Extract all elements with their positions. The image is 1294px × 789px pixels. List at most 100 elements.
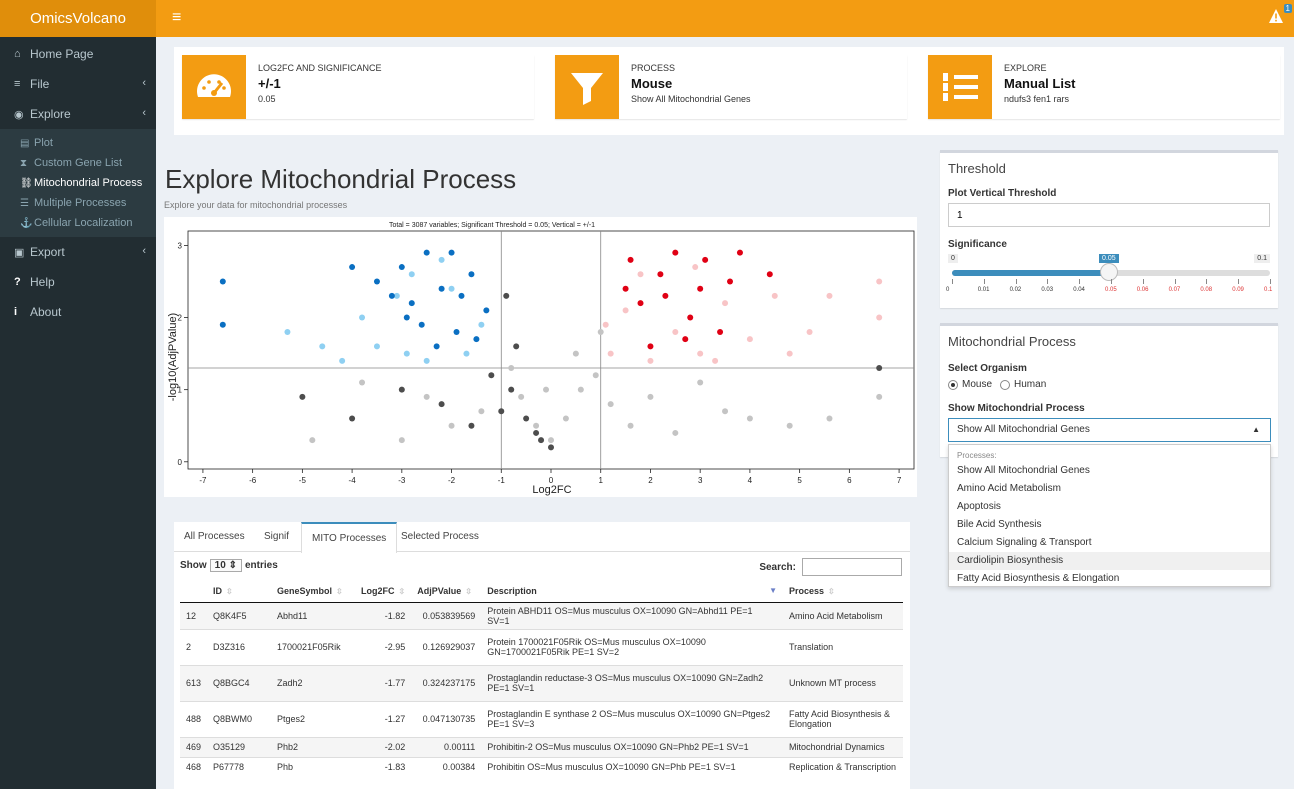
col-description[interactable]: Description ▼ (481, 580, 783, 603)
info-sub: ndufs3 fen1 rars (1004, 94, 1070, 104)
table-cell: -2.02 (355, 736, 412, 757)
table-row[interactable]: 468 P67778 Phb -1.83 0.00384 Prohibitin OS=Mu… (180, 756, 903, 777)
slider-tick (1142, 279, 1144, 284)
x-tick-label: -3 (398, 476, 406, 485)
sidebar-subitem-cellular-localization[interactable]: ⚓ Cellular Localization (0, 213, 156, 233)
data-point (876, 365, 883, 372)
process-dropdown[interactable]: Processes: Show All Mitochondrial Genes … (948, 444, 1271, 587)
search-input[interactable] (802, 558, 902, 576)
entries-select[interactable]: 10 ⇕ (209, 559, 242, 572)
data-point (826, 415, 833, 422)
show-label: Show (180, 560, 207, 571)
y-tick-label: 3 (178, 241, 183, 250)
data-point (403, 350, 410, 357)
data-point (717, 328, 724, 335)
entries-control: Show 10 ⇕ entries (180, 559, 278, 572)
slider-max-label: 0.1 (1254, 254, 1270, 263)
slider-tick (1079, 279, 1081, 284)
sidebar-toggle-icon[interactable]: ≡ (172, 9, 181, 27)
tab-selected-process[interactable]: Selected Process (391, 522, 489, 552)
table-cell: 0.00384 (411, 756, 482, 777)
dropdown-option[interactable]: Calcium Signaling & Transport (949, 534, 1270, 552)
info-sub: Show All Mitochondrial Genes (631, 94, 751, 104)
dropdown-option[interactable]: Fatty Acid Biosynthesis & Elongation (949, 570, 1270, 586)
tab-signif[interactable]: Signif (254, 522, 299, 552)
process-select[interactable]: Show All Mitochondrial Genes ▲ (948, 418, 1271, 442)
slider-tick (1238, 279, 1240, 284)
table-cell: Phb2 (271, 736, 356, 757)
data-point (438, 285, 445, 292)
sidebar-item-explore[interactable]: ◉ Explore ‹ (0, 99, 156, 129)
table-cell: Q8K4F5 (207, 601, 272, 629)
slider-ticks: 0 0.01 0.02 0.03 0.04 0.05 0.06 0.07 0.08 0.09 0.1 (946, 279, 1272, 299)
radio-human[interactable] (1000, 379, 1011, 390)
plot-threshold-input[interactable] (948, 203, 1270, 227)
search-label: Search: (759, 561, 796, 573)
data-point (349, 415, 356, 422)
x-tick-label: -7 (199, 476, 207, 485)
data-point (806, 328, 813, 335)
table-cell: -1.77 (355, 664, 412, 701)
data-point (592, 372, 599, 379)
slider-tick (1270, 279, 1271, 284)
slider-tick-label: 0.02 (1009, 287, 1022, 293)
info-label: LOG2FC AND SIGNIFICANCE (258, 63, 382, 73)
table-cell: Phb (271, 756, 356, 777)
sidebar-subitem-mitochondrial-process[interactable]: ⛓ Mitochondrial Process (0, 173, 156, 193)
sidebar-item-home[interactable]: ⌂ Home Page (0, 39, 156, 69)
data-point (672, 429, 679, 436)
dropdown-option[interactable]: Bile Acid Synthesis (949, 516, 1270, 534)
data-point (786, 350, 793, 357)
app-logo[interactable]: OmicsVolcano (0, 0, 156, 37)
col-genesymbol[interactable]: GeneSymbol ⇳ (271, 580, 356, 603)
organism-label: Select Organism (948, 363, 1027, 374)
warning-icon[interactable] (1268, 8, 1284, 24)
sidebar-item-label: About (30, 305, 62, 319)
sidebar-item-help[interactable]: ? Help (0, 267, 156, 297)
table-row[interactable]: 488 Q8BWM0 Ptges2 -1.27 0.047130735 Prostagla… (180, 700, 903, 737)
sidebar-subitem-label: Multiple Processes (34, 197, 127, 209)
dropdown-option[interactable]: Apoptosis (949, 498, 1270, 516)
x-tick-label: 0 (549, 476, 554, 485)
sidebar-subitem-plot[interactable]: ▤ Plot (0, 133, 156, 153)
filter-icon (555, 55, 619, 119)
volcano-plot[interactable]: Total = 3087 variables; Significant Thre… (164, 217, 917, 497)
data-point (448, 422, 455, 429)
slider-tick-label: 0.03 (1041, 287, 1054, 293)
top-navbar: OmicsVolcano ≡ 1 (0, 0, 1294, 37)
col-process[interactable]: Process ⇳ (783, 580, 903, 603)
table-row[interactable]: 469 O35129 Phb2 -2.02 0.00111 Prohibitin-2 OS… (180, 736, 903, 757)
data-point (647, 343, 654, 350)
dropdown-option[interactable]: Amino Acid Metabolism (949, 480, 1270, 498)
volcano-plot-svg[interactable]: Total = 3087 variables; Significant Thre… (164, 217, 917, 497)
col-id[interactable]: ID ⇳ (207, 580, 272, 603)
data-point (508, 386, 515, 393)
table-row[interactable]: 12 Q8K4F5 Abhd11 -1.82 0.053839569 Protein AB… (180, 601, 903, 629)
col-log2fc[interactable]: Log2FC ⇳ (355, 580, 412, 603)
table-cell: Unknown MT process (783, 664, 903, 701)
process-select-value: Show All Mitochondrial Genes (957, 424, 1090, 435)
x-tick-label: 5 (797, 476, 802, 485)
dropdown-header: Processes: (957, 451, 997, 460)
slider-tick (1206, 279, 1208, 284)
sidebar-item-export[interactable]: ▣ Export ‹ (0, 237, 156, 267)
table-row[interactable]: 2 D3Z316 1700021F05Rik -2.95 0.126929037 Prot… (180, 628, 903, 665)
sidebar-item-file[interactable]: ≡ File ‹ (0, 69, 156, 99)
sidebar-subitem-custom-gene-list[interactable]: ⧗ Custom Gene List (0, 153, 156, 173)
data-point (219, 321, 226, 328)
col-index[interactable] (180, 580, 208, 603)
data-point (518, 393, 525, 400)
table-row[interactable]: 613 Q8BGC4 Zadh2 -1.77 0.324237175 Prostaglan… (180, 664, 903, 701)
data-point (722, 300, 729, 307)
tab-all-processes[interactable]: All Processes (174, 522, 255, 552)
chart-icon: ▤ (20, 137, 30, 149)
dropdown-option-highlighted[interactable]: Cardiolipin Biosynthesis (949, 552, 1270, 570)
sidebar-item-about[interactable]: i About (0, 297, 156, 327)
radio-mouse[interactable] (948, 379, 958, 390)
col-adjpvalue[interactable]: AdjPValue ⇳ (411, 580, 482, 603)
tab-mito-processes[interactable]: MITO Processes (301, 522, 398, 553)
data-point (478, 408, 485, 415)
sidebar-subitem-multiple-processes[interactable]: ☰ Multiple Processes (0, 193, 156, 213)
data-point (538, 437, 545, 444)
dropdown-option[interactable]: Show All Mitochondrial Genes (949, 462, 1270, 480)
